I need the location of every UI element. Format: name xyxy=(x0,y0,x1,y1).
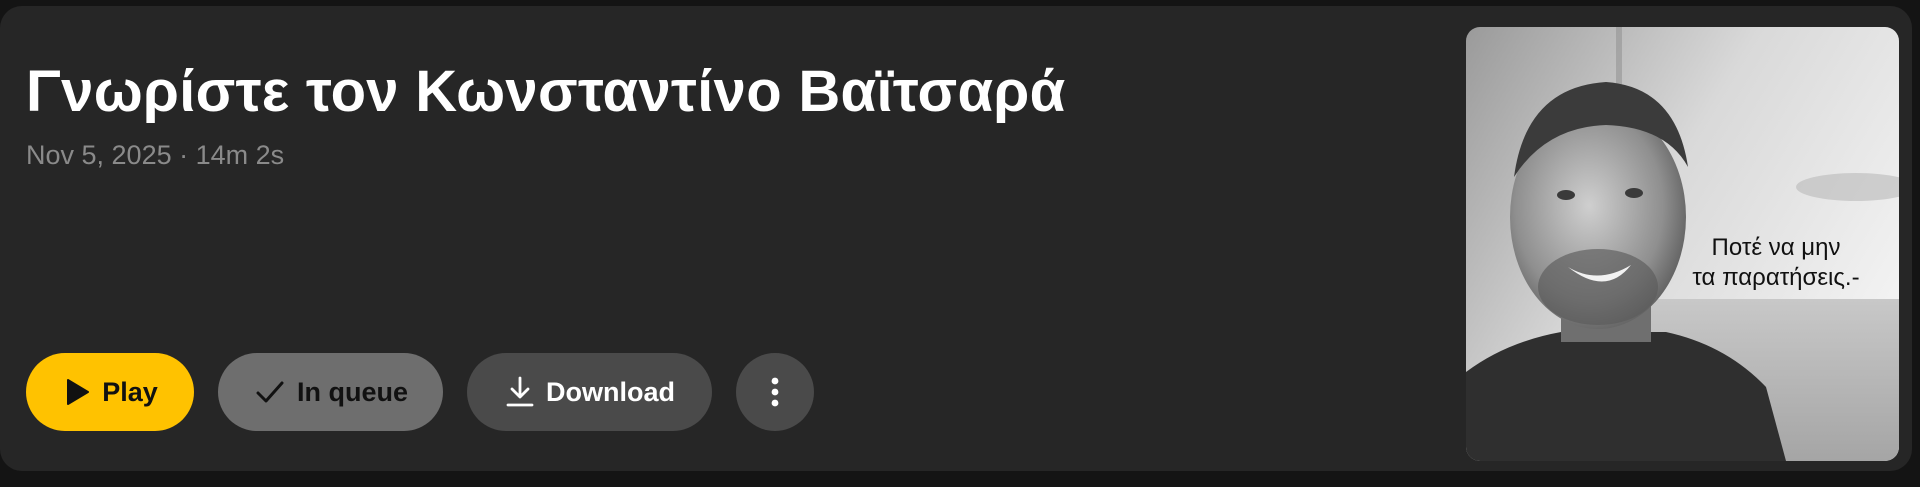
play-icon xyxy=(62,377,92,407)
episode-card: Γνωρίστε τον Κωνσταντίνο Βαϊτσαρά Nov 5,… xyxy=(0,6,1912,471)
play-button[interactable]: Play xyxy=(26,353,194,431)
in-queue-button-label: In queue xyxy=(296,376,408,407)
download-button[interactable]: Download xyxy=(467,353,712,431)
episode-meta: Nov 5, 2025 · 14m 2s xyxy=(26,140,285,170)
cover-caption: Ποτέ να μην τα παρατήσεις.- xyxy=(1666,233,1886,293)
download-button-label: Download xyxy=(546,376,675,407)
play-button-label: Play xyxy=(102,376,158,407)
more-options-button[interactable] xyxy=(736,353,814,431)
check-icon xyxy=(253,375,287,409)
cover-caption-line-2: τα παρατήσεις.- xyxy=(1692,264,1860,291)
episode-actions: Play In queue Download xyxy=(26,353,814,431)
in-queue-button[interactable]: In queue xyxy=(218,353,443,431)
download-icon xyxy=(504,375,536,409)
more-vertical-icon xyxy=(770,376,780,408)
episode-title: Γνωρίστε τον Κωνσταντίνο Βαϊτσαρά xyxy=(26,59,1066,124)
cover-caption-line-1: Ποτέ να μην xyxy=(1711,234,1841,261)
episode-cover-art: Ποτέ να μην τα παρατήσεις.- xyxy=(1466,27,1899,461)
